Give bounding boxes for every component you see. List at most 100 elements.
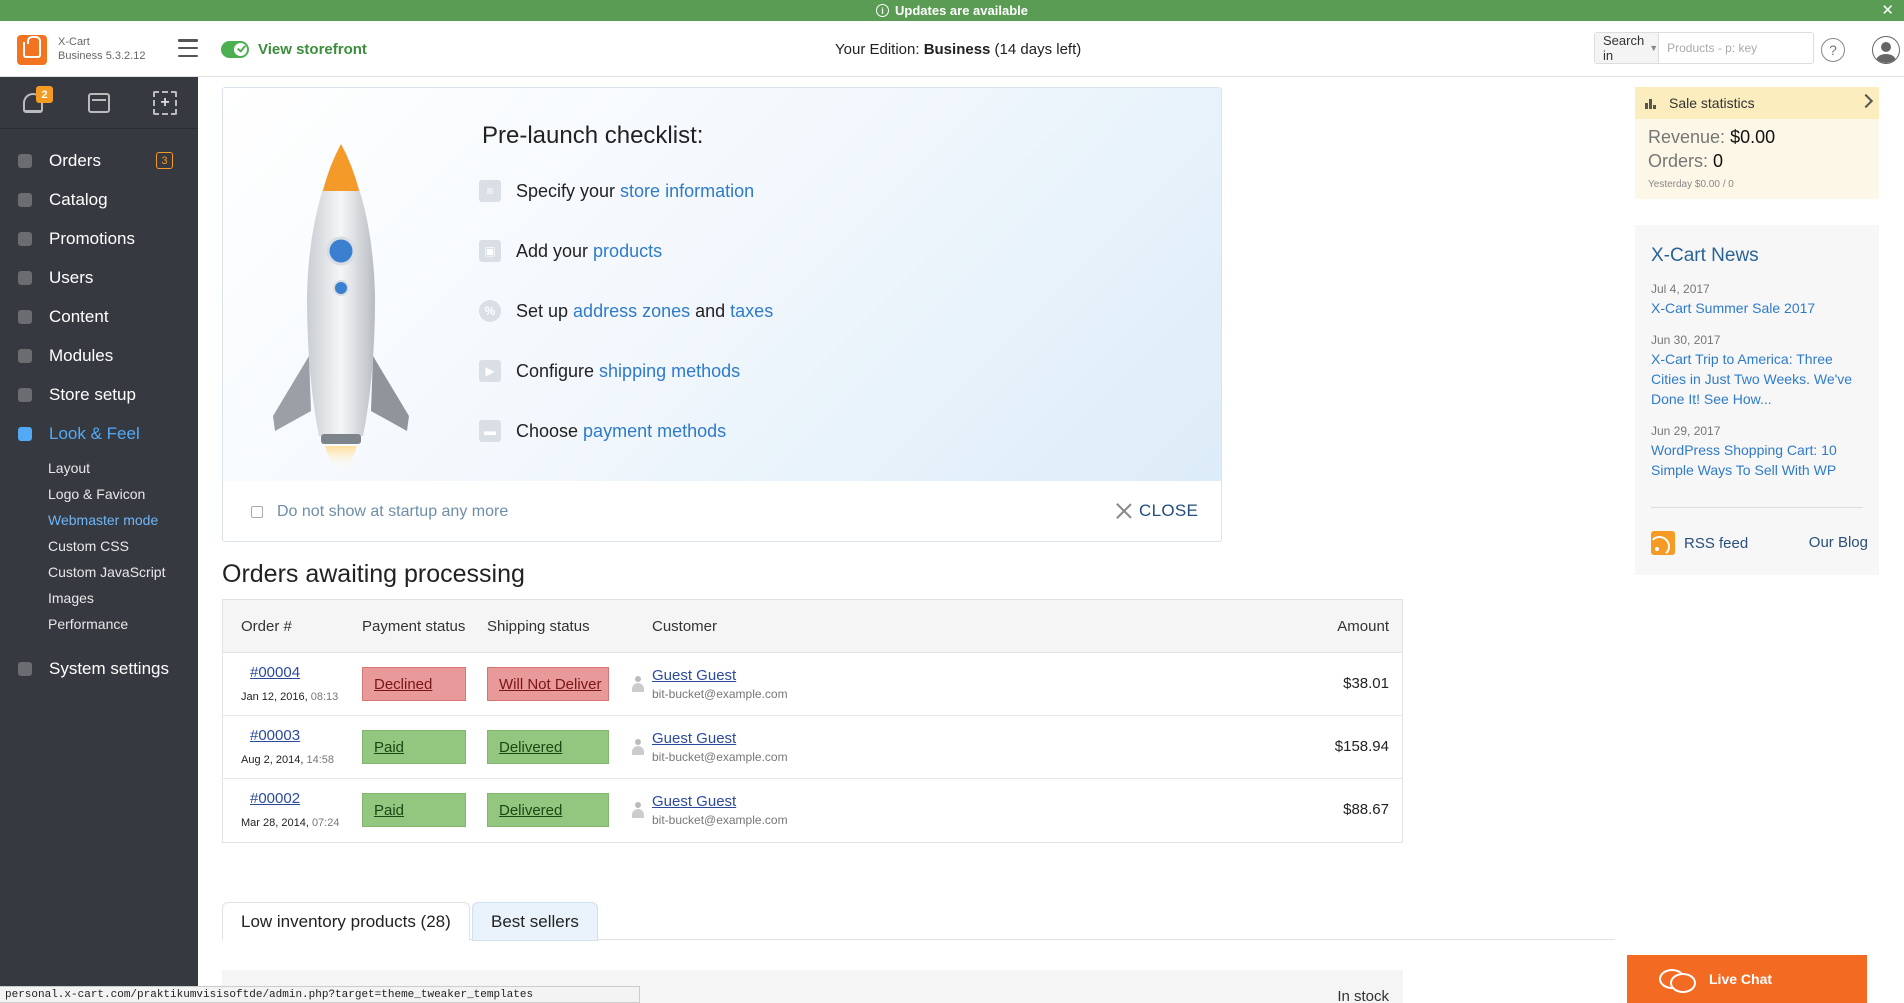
payment-methods-link[interactable]: payment methods bbox=[583, 421, 726, 442]
checklist-and: and bbox=[695, 300, 726, 321]
shipping-icon: ▶ bbox=[479, 360, 501, 382]
rss-icon bbox=[1651, 531, 1675, 555]
payment-status-badge[interactable]: Paid bbox=[362, 793, 466, 827]
credit-card-icon: ▬ bbox=[479, 420, 501, 442]
calendar-button[interactable] bbox=[66, 77, 132, 129]
sidebar-item-store-setup[interactable]: Store setup bbox=[0, 375, 198, 414]
sidebar-item-system-settings[interactable]: System settings bbox=[0, 649, 198, 688]
products-link[interactable]: products bbox=[593, 241, 662, 262]
sub-item-layout[interactable]: Layout bbox=[48, 455, 198, 481]
sidebar-item-label: Catalog bbox=[49, 189, 108, 209]
sidebar-item-content[interactable]: Content bbox=[0, 297, 198, 336]
sidebar-item-modules[interactable]: Modules bbox=[0, 336, 198, 375]
sidebar-item-look-feel[interactable]: Look & Feel bbox=[0, 414, 198, 453]
updates-banner[interactable]: i Updates are available ✕ bbox=[0, 0, 1904, 21]
col-shipping-status[interactable]: Shipping status bbox=[487, 618, 590, 635]
col-amount[interactable]: Amount bbox=[1337, 618, 1389, 635]
close-checklist-button[interactable]: CLOSE bbox=[1115, 501, 1198, 521]
checklist-text: Set up bbox=[516, 300, 569, 321]
order-date-day: Mar 28, 2014, bbox=[241, 817, 309, 829]
sub-item-images[interactable]: Images bbox=[48, 585, 198, 611]
sidebar-item-catalog[interactable]: Catalog bbox=[0, 180, 198, 219]
order-number-link[interactable]: #00002 bbox=[250, 790, 300, 807]
address-zones-link[interactable]: address zones bbox=[573, 301, 690, 322]
plus-icon: + bbox=[153, 91, 177, 115]
our-blog-link[interactable]: Our Blog bbox=[1809, 534, 1868, 551]
order-number-link[interactable]: #00003 bbox=[250, 727, 300, 744]
live-chat-label: Live Chat bbox=[1709, 971, 1773, 987]
sidebar-item-users[interactable]: Users bbox=[0, 258, 198, 297]
news-link[interactable]: WordPress Shopping Cart: 10 Simple Ways … bbox=[1651, 440, 1866, 480]
sub-item-performance[interactable]: Performance bbox=[48, 611, 198, 637]
close-icon bbox=[1115, 502, 1133, 520]
xcart-news-panel: X-Cart News Jul 4, 2017 X-Cart Summer Sa… bbox=[1635, 225, 1879, 575]
order-date: Mar 28, 2014, 07:24 bbox=[241, 817, 339, 829]
customer-name-link[interactable]: Guest Guest bbox=[652, 793, 736, 810]
news-date: Jun 29, 2017 bbox=[1651, 424, 1721, 438]
browser-status-url: personal.x-cart.com/praktikumvisisoftde/… bbox=[0, 986, 640, 1003]
sub-item-custom-javascript[interactable]: Custom JavaScript bbox=[48, 559, 198, 585]
close-banner-icon[interactable]: ✕ bbox=[1881, 1, 1894, 19]
chat-bubbles-icon bbox=[1659, 967, 1696, 993]
customer-name-link[interactable]: Guest Guest bbox=[652, 667, 736, 684]
user-account-icon[interactable] bbox=[1872, 36, 1900, 64]
sidebar-item-promotions[interactable]: Promotions bbox=[0, 219, 198, 258]
payment-status-badge[interactable]: Paid bbox=[362, 730, 466, 764]
app-name-title: X-Cart bbox=[58, 36, 90, 48]
sidebar-item-orders[interactable]: Orders 3 bbox=[0, 141, 198, 180]
dont-show-checkbox[interactable] bbox=[251, 506, 263, 518]
tab-low-inventory[interactable]: Low inventory products (28) bbox=[222, 902, 470, 941]
shipping-status-badge[interactable]: Will Not Deliver bbox=[487, 667, 609, 701]
col-in-stock[interactable]: In stock bbox=[1337, 988, 1389, 1003]
xcart-logo-icon[interactable] bbox=[17, 35, 47, 65]
box-icon: ▣ bbox=[479, 240, 501, 262]
store-information-link[interactable]: store information bbox=[620, 181, 754, 202]
chevron-right-icon[interactable] bbox=[1858, 93, 1874, 109]
checklist-text: Configure bbox=[516, 360, 595, 381]
notifications-button[interactable]: 2 bbox=[0, 77, 66, 129]
app-version: Business 5.3.2.12 bbox=[58, 50, 146, 62]
rss-feed-link[interactable]: RSS feed bbox=[1651, 531, 1748, 555]
users-icon bbox=[18, 270, 32, 285]
view-storefront-link[interactable]: View storefront bbox=[258, 41, 367, 58]
col-customer[interactable]: Customer bbox=[652, 618, 717, 635]
news-link[interactable]: X-Cart Trip to America: Three Cities in … bbox=[1651, 349, 1866, 409]
news-link[interactable]: X-Cart Summer Sale 2017 bbox=[1651, 298, 1866, 318]
info-icon: i bbox=[876, 4, 890, 17]
updates-banner-text[interactable]: Updates are available bbox=[895, 3, 1028, 18]
sidebar-item-label: Promotions bbox=[49, 228, 135, 248]
orders-table: Order # Payment status Shipping status C… bbox=[222, 599, 1403, 843]
search-in-dropdown[interactable]: Search in ▼ bbox=[1595, 33, 1660, 63]
checklist-item-shipping: ▶ Configure shipping methods bbox=[479, 357, 745, 385]
payment-status-badge[interactable]: Declined bbox=[362, 667, 466, 701]
col-order-number[interactable]: Order # bbox=[241, 618, 292, 635]
taxes-link[interactable]: taxes bbox=[730, 301, 773, 322]
sub-item-webmaster-mode[interactable]: Webmaster mode bbox=[48, 507, 198, 533]
content-icon bbox=[18, 309, 32, 324]
shipping-status-badge[interactable]: Delivered bbox=[487, 730, 609, 764]
shipping-methods-link[interactable]: shipping methods bbox=[599, 361, 740, 382]
shipping-status-badge[interactable]: Delivered bbox=[487, 793, 609, 827]
sale-statistics-header[interactable]: Sale statistics bbox=[1635, 87, 1879, 119]
search-input[interactable] bbox=[1659, 33, 1823, 63]
customer-name-link[interactable]: Guest Guest bbox=[652, 730, 736, 747]
inventory-tabs: Low inventory products (28) Best sellers bbox=[222, 902, 1615, 941]
tab-best-sellers[interactable]: Best sellers bbox=[472, 902, 598, 941]
gift-icon bbox=[18, 231, 32, 246]
order-date-time: 14:58 bbox=[306, 754, 334, 766]
storefront-toggle[interactable] bbox=[221, 41, 249, 58]
col-payment-status[interactable]: Payment status bbox=[362, 618, 465, 635]
help-icon[interactable]: ? bbox=[1821, 38, 1845, 62]
menu-hamburger-icon[interactable] bbox=[178, 39, 198, 57]
checklist-text: Choose bbox=[516, 420, 579, 441]
yesterday-stat: Yesterday $0.00 / 0 bbox=[1648, 179, 1734, 190]
customer-icon bbox=[631, 738, 645, 756]
sub-item-custom-css[interactable]: Custom CSS bbox=[48, 533, 198, 559]
chevron-down-icon: ▼ bbox=[1649, 43, 1659, 53]
order-number-link[interactable]: #00004 bbox=[250, 664, 300, 681]
live-chat-button[interactable]: Live Chat bbox=[1627, 955, 1867, 1003]
sub-item-logo-favicon[interactable]: Logo & Favicon bbox=[48, 481, 198, 507]
news-title: X-Cart News bbox=[1651, 245, 1759, 266]
add-button[interactable]: + bbox=[132, 77, 198, 129]
dont-show-option[interactable]: Do not show at startup any more bbox=[251, 503, 508, 521]
